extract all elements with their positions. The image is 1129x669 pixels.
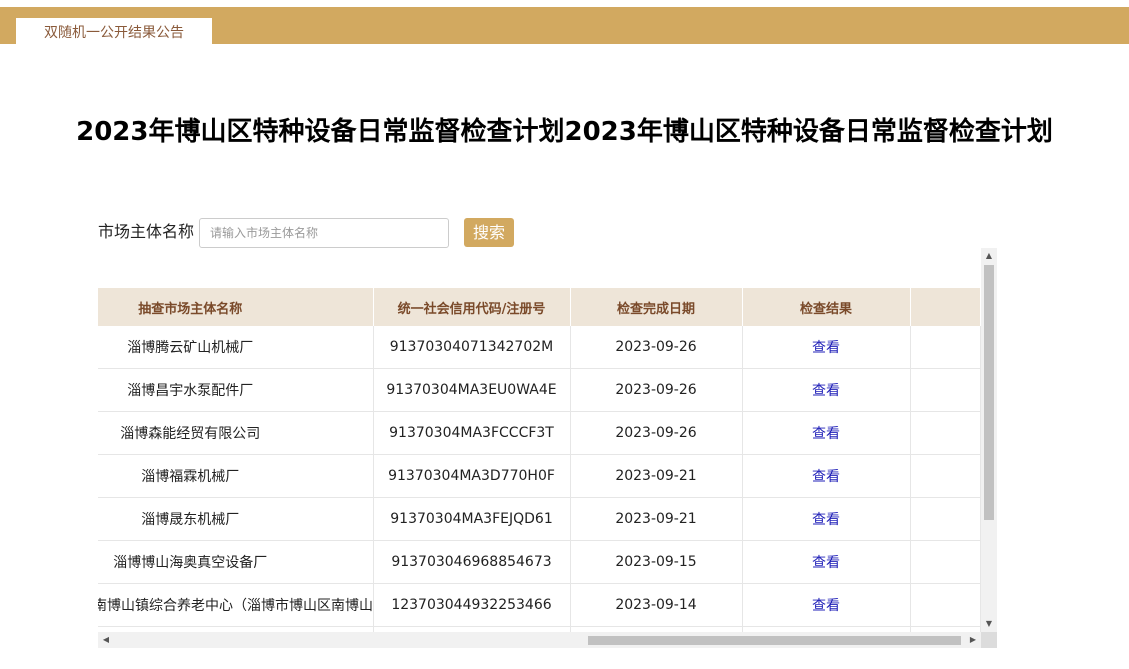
cell-code: 91370304MA3FEJQD61 [373, 497, 571, 541]
cell-code: 913703046968854673 [373, 540, 571, 584]
horizontal-scrollbar-thumb[interactable] [588, 636, 961, 645]
scrollbar-corner [981, 632, 997, 648]
column-header-result: 检查结果 [742, 288, 911, 326]
cell-code: 91370304MA3EU0WA4E [373, 368, 571, 412]
triangle-right-icon[interactable]: ▶ [965, 632, 981, 648]
tab-public-results[interactable]: 双随机一公开结果公告 [16, 18, 212, 44]
table-row: 淄博福霖机械厂 91370304MA3D770H0F 2023-09-21 查看 [98, 454, 981, 498]
cell-date: 2023-09-14 [570, 583, 743, 627]
cell-spacer [910, 540, 981, 584]
cell-date: 2023-09-21 [570, 497, 743, 541]
cell-code: 91370304MA3D770H0F [373, 454, 571, 498]
cell-name: 淄博晟东机械厂 [98, 497, 374, 541]
vertical-scrollbar[interactable]: ▲ ▼ [981, 248, 997, 632]
cell-date: 2023-09-21 [570, 454, 743, 498]
column-header-name: 抽查市场主体名称 [98, 288, 374, 326]
results-table-viewport[interactable]: 抽查市场主体名称 统一社会信用代码/注册号 检查完成日期 检查结果 淄博腾云矿山… [98, 248, 997, 648]
results-table-container: 抽查市场主体名称 统一社会信用代码/注册号 检查完成日期 检查结果 淄博腾云矿山… [98, 288, 981, 648]
cell-date: 2023-09-26 [570, 326, 743, 369]
view-result-link[interactable]: 查看 [742, 411, 911, 455]
page-title: 2023年博山区特种设备日常监督检查计划2023年博山区特种设备日常监督检查计划 [76, 117, 1053, 147]
triangle-down-icon[interactable]: ▼ [981, 616, 997, 632]
cell-spacer [910, 583, 981, 627]
cell-name: 淄博腾云矿山机械厂 [98, 326, 374, 369]
column-header-spacer [910, 288, 981, 326]
triangle-left-icon[interactable]: ◀ [98, 632, 114, 648]
cell-name: 淄博福霖机械厂 [98, 454, 374, 498]
cell-code: 123703044932253466 [373, 583, 571, 627]
table-header-row: 抽查市场主体名称 统一社会信用代码/注册号 检查完成日期 检查结果 [98, 288, 981, 326]
view-result-link[interactable]: 查看 [742, 497, 911, 541]
view-result-link[interactable]: 查看 [742, 368, 911, 412]
table-row: 淄博晟东机械厂 91370304MA3FEJQD61 2023-09-21 查看 [98, 497, 981, 541]
cell-spacer [910, 454, 981, 498]
cell-name: 淄博森能经贸有限公司 [98, 411, 374, 455]
column-header-code: 统一社会信用代码/注册号 [373, 288, 571, 326]
cell-name: 淄博市博山区南博山镇综合养老中心（淄博市博山区南博山卫生院） [98, 583, 374, 627]
triangle-up-icon[interactable]: ▲ [981, 248, 997, 264]
view-result-link[interactable]: 查看 [742, 454, 911, 498]
search-label: 市场主体名称 [98, 222, 195, 241]
cell-code: 91370304MA3FCCCF3T [373, 411, 571, 455]
results-table: 抽查市场主体名称 统一社会信用代码/注册号 检查完成日期 检查结果 淄博腾云矿山… [98, 288, 981, 648]
view-result-link[interactable]: 查看 [742, 326, 911, 369]
view-result-link[interactable]: 查看 [742, 583, 911, 627]
search-input[interactable] [199, 218, 449, 248]
table-row: 淄博博山海奥真空设备厂 913703046968854673 2023-09-1… [98, 540, 981, 584]
view-result-link[interactable]: 查看 [742, 540, 911, 584]
column-header-date: 检查完成日期 [570, 288, 743, 326]
cell-date: 2023-09-26 [570, 411, 743, 455]
cell-spacer [910, 326, 981, 369]
table-row: 淄博昌宇水泵配件厂 91370304MA3EU0WA4E 2023-09-26 … [98, 368, 981, 412]
cell-name: 淄博博山海奥真空设备厂 [98, 540, 374, 584]
table-row: 淄博森能经贸有限公司 91370304MA3FCCCF3T 2023-09-26… [98, 411, 981, 455]
cell-spacer [910, 497, 981, 541]
cell-code: 91370304071342702M [373, 326, 571, 369]
horizontal-scrollbar[interactable]: ◀ ▶ [98, 632, 981, 648]
cell-date: 2023-09-15 [570, 540, 743, 584]
vertical-scrollbar-thumb[interactable] [984, 265, 994, 520]
table-row: 淄博市博山区南博山镇综合养老中心（淄博市博山区南博山卫生院） 123703044… [98, 583, 981, 627]
cell-date: 2023-09-26 [570, 368, 743, 412]
cell-name: 淄博昌宇水泵配件厂 [98, 368, 374, 412]
search-button[interactable]: 搜索 [464, 218, 514, 247]
table-row: 淄博腾云矿山机械厂 91370304071342702M 2023-09-26 … [98, 326, 981, 369]
cell-spacer [910, 368, 981, 412]
cell-spacer [910, 411, 981, 455]
